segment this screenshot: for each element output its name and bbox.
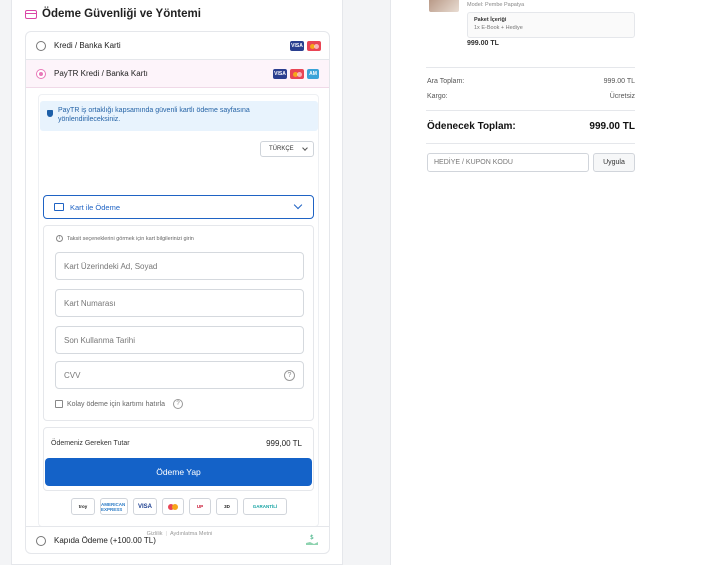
cvv-placeholder: CVV <box>64 370 81 380</box>
shield-icon <box>47 110 53 117</box>
card-form: i Taksit seçeneklerini görmek için kart … <box>43 225 314 421</box>
mastercard-icon <box>307 41 321 51</box>
unionpay-logo-icon: UP <box>189 498 211 515</box>
chevron-down-icon <box>293 200 303 210</box>
grand-total-row: Ödenecek Toplam: 999.00 TL <box>427 121 635 132</box>
product-thumbnail <box>429 0 459 12</box>
svg-text:$: $ <box>310 534 314 541</box>
visa-icon: VISA <box>273 69 287 79</box>
method-cod[interactable]: Kapıda Ödeme (+100.00 TL) $ <box>26 526 329 554</box>
package-title: Paket İçeriği <box>474 17 507 23</box>
troy-logo-icon: troy <box>71 498 95 515</box>
amex-icon: AM <box>307 69 319 79</box>
info-box: PayTR iş ortaklığı kapsamında güvenli ka… <box>40 101 318 131</box>
method-paytr[interactable]: PayTR Kredi / Banka Kartı VISA AM <box>26 60 329 88</box>
subtotal-value: 999.00 TL <box>603 78 635 85</box>
credit-card-icon <box>25 9 37 19</box>
coupon-input[interactable]: HEDİYE / KUPON KODU <box>427 153 589 172</box>
radio-cod[interactable] <box>36 535 46 546</box>
remember-checkbox[interactable] <box>55 400 63 408</box>
apply-coupon-button[interactable]: Uygula <box>593 153 635 172</box>
section-title: Ödeme Güvenliği ve Yöntemi <box>25 8 201 20</box>
product-price: 999.00 TL <box>467 40 499 47</box>
cvv-input[interactable]: CVV ? <box>55 361 304 389</box>
remember-label: Kolay ödeme için kartımı hatırla <box>67 400 166 408</box>
product-model: Model: Pembe Papatya <box>467 2 525 8</box>
method-credit-card[interactable]: Kredi / Banka Karti VISA <box>26 32 329 60</box>
help-icon[interactable]: ? <box>284 370 295 381</box>
shipping-row: Kargo: Ücretsiz <box>427 93 635 100</box>
package-content: Paket İçeriği 1x E-Book + Hediye <box>467 12 635 38</box>
divider <box>426 110 635 111</box>
payment-option-label: Kart ile Ödeme <box>70 202 121 212</box>
help-icon[interactable]: ? <box>173 399 184 409</box>
cardholder-name-input[interactable]: Kart Üzerindeki Ad, Soyad <box>55 252 304 280</box>
card-icon <box>54 203 64 211</box>
total-box: Ödemeniz Gereken Tutar 999,00 TL Ödeme Y… <box>43 427 314 491</box>
paytr-frame: PayTR iş ortaklığı kapsamında güvenli ka… <box>38 94 319 537</box>
mastercard-logo-icon <box>162 498 184 515</box>
divider <box>426 67 635 68</box>
info-text: PayTR iş ortaklığı kapsamında güvenli ka… <box>58 107 250 123</box>
mastercard-icon <box>290 69 304 79</box>
payment-option-select[interactable]: Kart ile Ödeme <box>43 195 314 219</box>
radio-credit-card[interactable] <box>36 40 46 51</box>
visa-icon: VISA <box>290 41 304 51</box>
subtotal-label: Ara Toplam: <box>427 78 465 85</box>
grand-total-label: Ödenecek Toplam: <box>427 121 516 132</box>
info-icon: i <box>56 235 63 242</box>
shipping-label: Kargo: <box>427 93 448 100</box>
checkout-page: Ödeme Güvenliği ve Yöntemi Kredi / Banka… <box>0 0 721 565</box>
method-cod-label: Kapıda Ödeme (+100.00 TL) <box>54 536 156 545</box>
total-value: 999,00 TL <box>266 439 302 448</box>
grand-total-value: 999.00 TL <box>589 121 635 132</box>
method-paytr-label: PayTR Kredi / Banka Kartı <box>54 69 148 78</box>
shipping-value: Ücretsiz <box>609 93 635 100</box>
3d-secure-logo-icon: 3D <box>216 498 238 515</box>
expiry-input[interactable]: Son Kullanma Tarihi <box>55 326 304 354</box>
language-select[interactable]: TÜRKÇE <box>260 141 314 157</box>
chevron-down-icon <box>302 145 308 151</box>
cardholder-name-placeholder: Kart Üzerindeki Ad, Soyad <box>64 261 158 271</box>
installment-hint: i Taksit seçeneklerini görmek için kart … <box>56 235 194 242</box>
expiry-placeholder: Son Kullanma Tarihi <box>64 335 136 345</box>
section-title-text: Ödeme Güvenliği ve Yöntemi <box>42 8 201 20</box>
package-desc: 1x E-Book + Hediye <box>474 25 523 31</box>
total-label: Ödemeniz Gereken Tutar <box>51 440 130 447</box>
amex-logo-icon: AMERICAN EXPRESS <box>100 498 128 515</box>
card-number-input[interactable]: Kart Numarası <box>55 289 304 317</box>
subtotal-row: Ara Toplam: 999.00 TL <box>427 78 635 85</box>
pay-button[interactable]: Ödeme Yap <box>45 458 312 486</box>
language-label: TÜRKÇE <box>269 146 294 152</box>
payment-methods: Kredi / Banka Karti VISA PayTR Kredi / B… <box>25 31 330 554</box>
method-credit-card-label: Kredi / Banka Karti <box>54 41 121 50</box>
hint-text: Taksit seçeneklerini görmek için kart bi… <box>67 235 194 242</box>
divider <box>426 143 635 144</box>
visa-logo-icon: VISA <box>133 498 157 515</box>
guarantee-logo-icon: GARANTİLİ <box>243 498 287 515</box>
cash-hand-icon: $ <box>306 534 318 545</box>
remember-card[interactable]: Kolay ödeme için kartımı hatırla ? <box>55 399 184 409</box>
card-number-placeholder: Kart Numarası <box>64 298 116 308</box>
card-logos: troy AMERICAN EXPRESS VISA UP 3D GARANTİ… <box>71 498 287 515</box>
radio-paytr[interactable] <box>36 68 46 79</box>
coupon-placeholder: HEDİYE / KUPON KODU <box>434 159 513 166</box>
